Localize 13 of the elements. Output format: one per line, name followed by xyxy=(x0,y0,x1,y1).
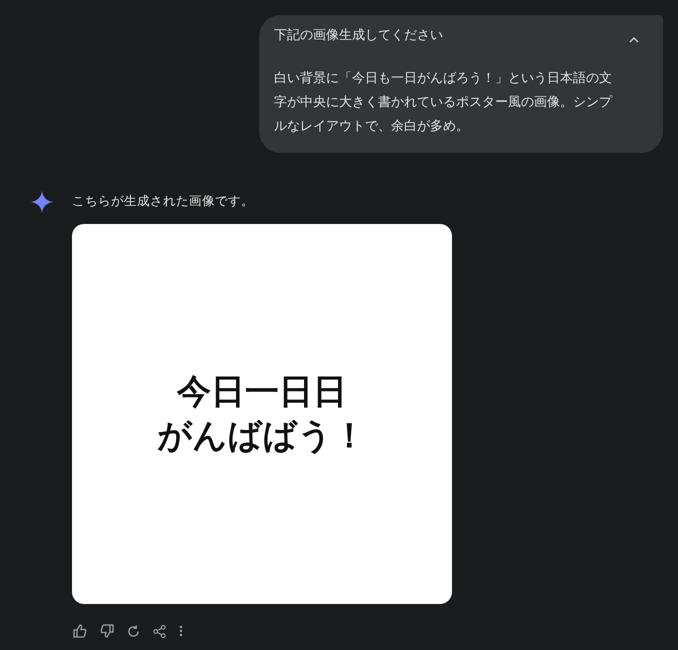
thumbs-down-icon[interactable] xyxy=(100,624,114,638)
poster-text: 今日一日日 xyxy=(177,371,347,414)
chevron-icon[interactable] xyxy=(629,37,639,43)
sparkle-icon xyxy=(31,191,53,213)
more-icon[interactable] xyxy=(179,625,183,637)
thumbs-up-icon[interactable] xyxy=(73,624,87,638)
share-icon[interactable] xyxy=(153,624,166,638)
prompt-text: 白い背景に「今日も一日がんばろう！」という日本語の文字が中央に大きく書かれているポスター風の画像。シンプルなレイアウトで、余白が多め。 xyxy=(274,70,614,136)
refresh-icon[interactable] xyxy=(127,624,140,638)
prompt-title: 下記の画像生成してください xyxy=(274,27,443,45)
poster-text: がんばばう！ xyxy=(158,415,366,458)
response-text: こちらが生成された画像です。 xyxy=(72,192,255,210)
generated-image[interactable]: 今日一日日 がんばばう！ xyxy=(72,224,452,604)
